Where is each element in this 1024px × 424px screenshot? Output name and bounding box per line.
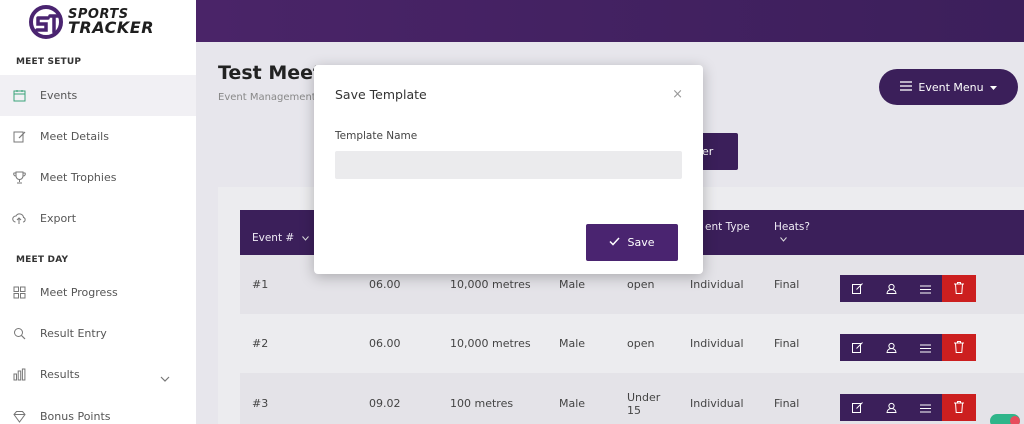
save-button[interactable]: Save — [586, 224, 678, 261]
close-icon[interactable]: × — [672, 87, 683, 102]
modal-title: Save Template — [335, 87, 427, 102]
checkmark-icon — [609, 236, 621, 249]
save-template-modal: Save Template × Template Name Save — [314, 65, 703, 274]
save-button-label: Save — [627, 236, 655, 249]
template-name-label: Template Name — [335, 130, 418, 142]
template-name-input[interactable] — [335, 151, 682, 179]
